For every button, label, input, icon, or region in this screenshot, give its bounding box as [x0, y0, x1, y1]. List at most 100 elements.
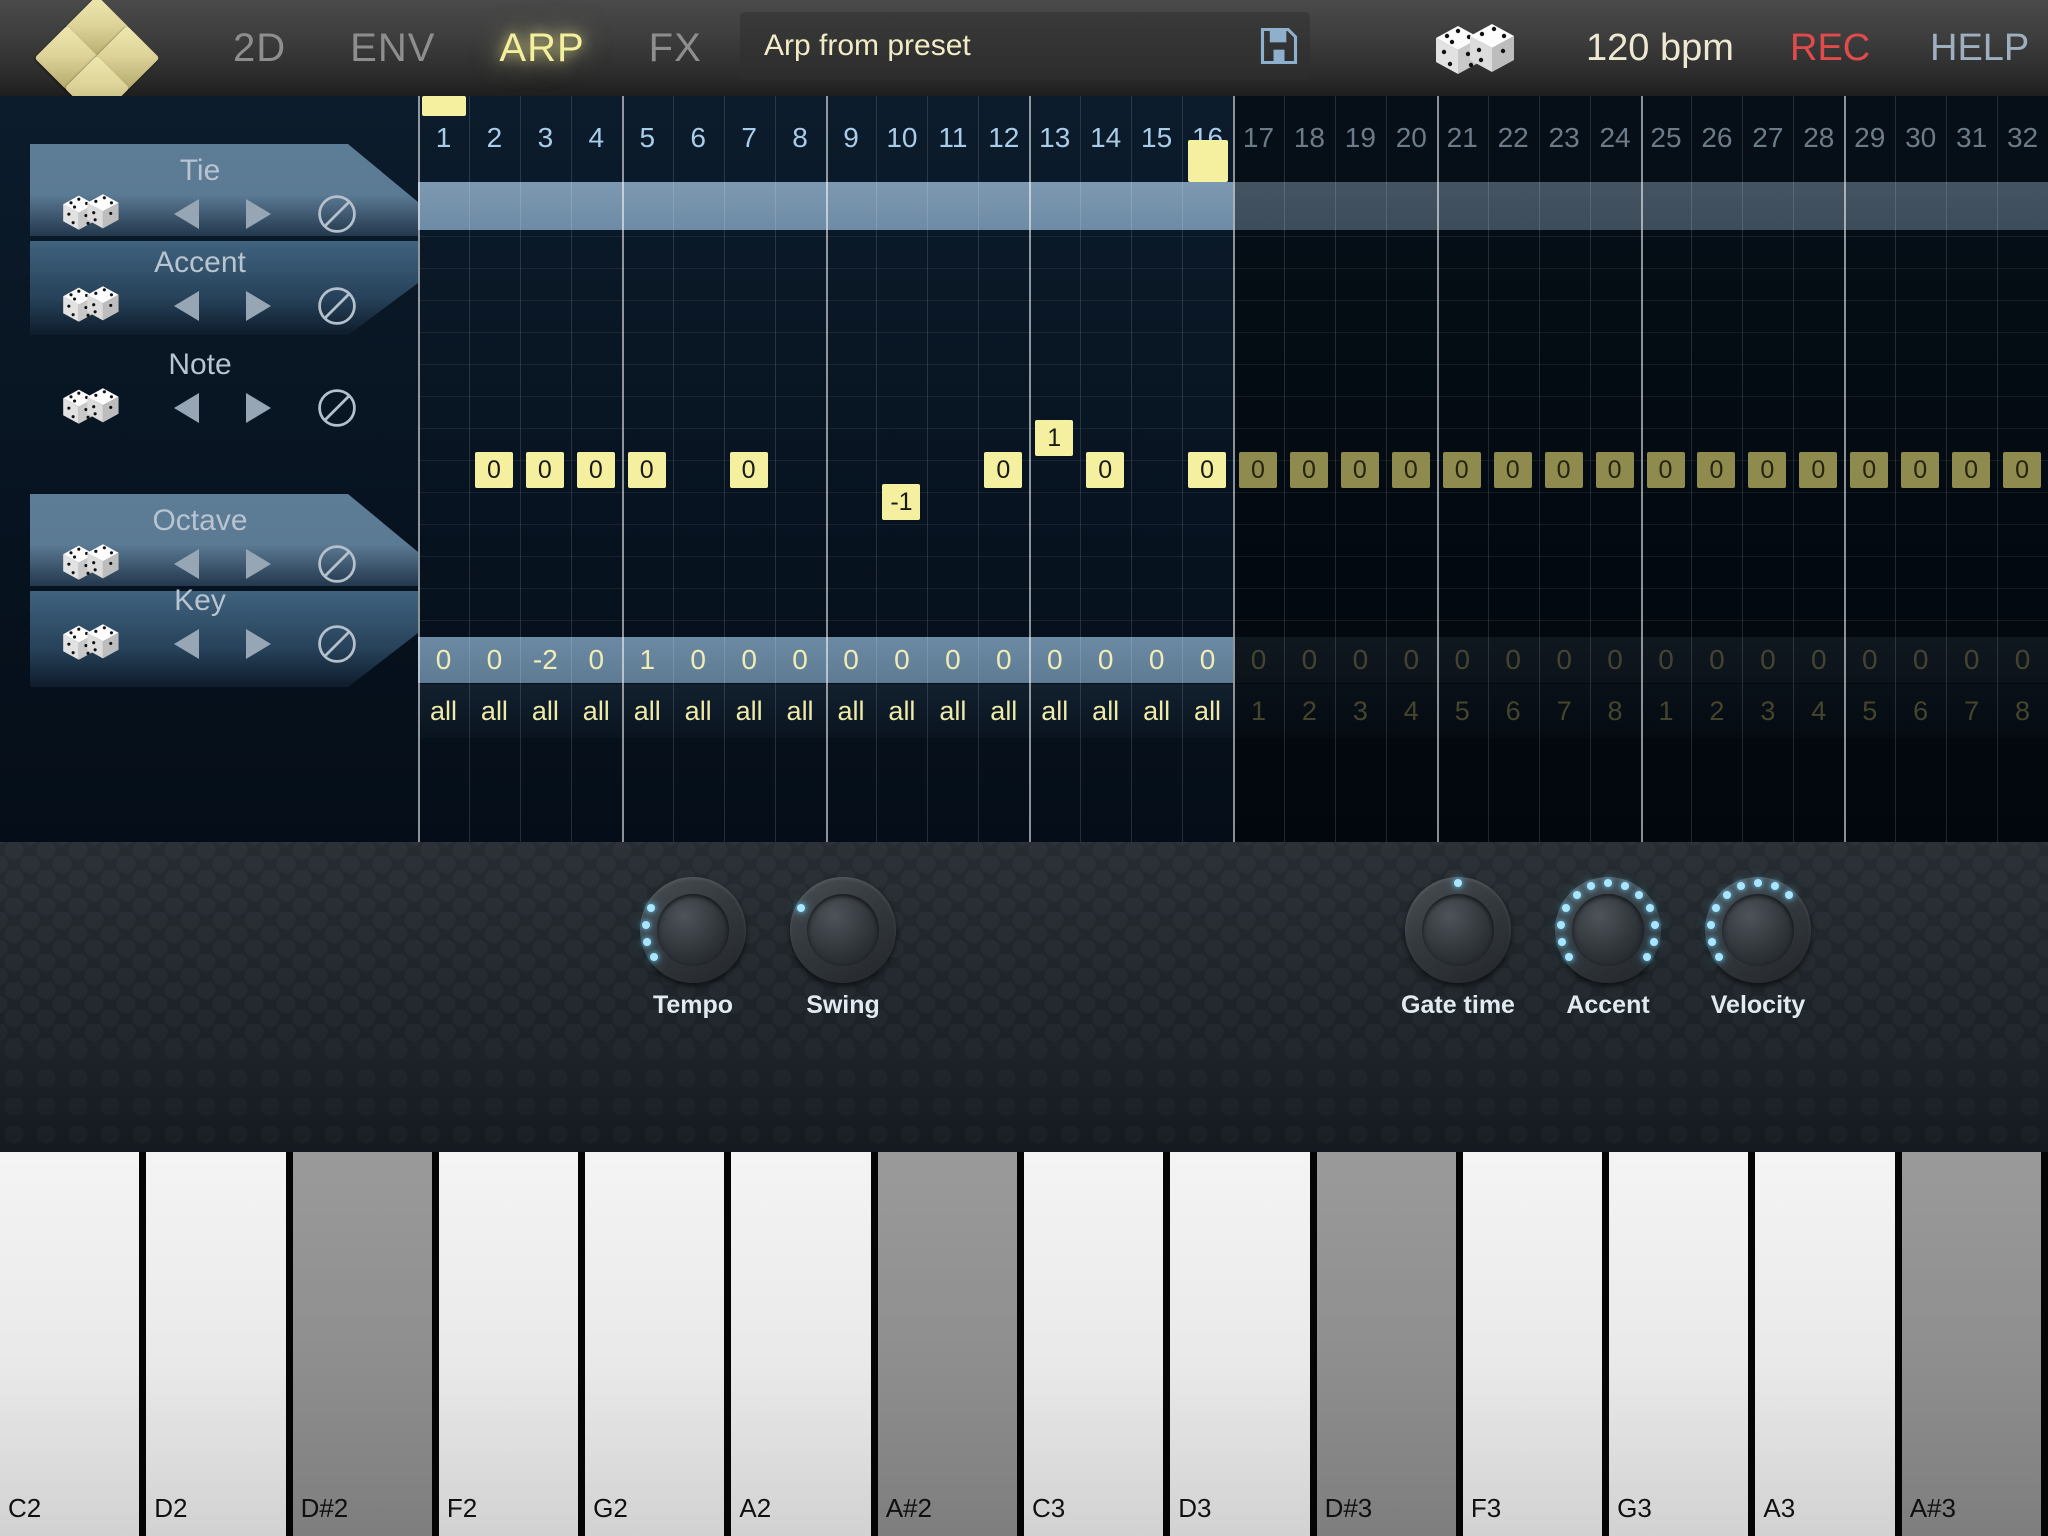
step-grid[interactable]: 0 0 -2 0 1 0 0 0 0 0 0 0 0 0 0 0 0 0 0 0 0 0 0 0 0 0 0 0 0 0 0 0 all all…	[418, 96, 2048, 842]
knob-swing[interactable]	[790, 877, 896, 983]
note-cell-step-21[interactable]: 0	[1442, 452, 1481, 488]
octave-cell-step-8[interactable]: 0	[774, 637, 826, 683]
dice-icon[interactable]	[60, 190, 126, 232]
octave-cell-step-12[interactable]: 0	[978, 637, 1030, 683]
note-cell-step-26[interactable]: 0	[1697, 452, 1736, 488]
piano-key-F3[interactable]: F3	[1462, 1152, 1610, 1536]
octave-cell-step-30[interactable]: 0	[1895, 637, 1947, 683]
note-cell-step-24[interactable]: 0	[1595, 452, 1634, 488]
step-number-19[interactable]: 19	[1335, 122, 1386, 154]
key-cell-step-8[interactable]: all	[774, 684, 826, 738]
key-cell-step-3[interactable]: all	[519, 684, 571, 738]
floppy-disk-icon[interactable]	[1248, 12, 1310, 80]
note-cell-step-18[interactable]: 0	[1289, 452, 1328, 488]
key-cell-step-17[interactable]: 1	[1233, 684, 1284, 738]
knob-gate-time[interactable]	[1405, 877, 1511, 983]
octave-cell-step-18[interactable]: 0	[1283, 637, 1335, 683]
piano-key-A3[interactable]: A3	[1755, 1152, 1902, 1536]
octave-cell-step-31[interactable]: 0	[1946, 637, 1998, 683]
step-number-21[interactable]: 21	[1437, 122, 1488, 154]
step-number-10[interactable]: 10	[876, 122, 927, 154]
piano-key-G2[interactable]: G2	[585, 1152, 732, 1536]
note-cell-step-14[interactable]: 0	[1086, 452, 1125, 488]
key-cell-step-20[interactable]: 4	[1385, 684, 1437, 738]
octave-cell-step-14[interactable]: 0	[1080, 637, 1132, 683]
step-number-8[interactable]: 8	[775, 122, 826, 154]
preset-bar[interactable]: Arp from preset	[740, 12, 1310, 80]
octave-cell-step-21[interactable]: 0	[1436, 637, 1488, 683]
step-number-20[interactable]: 20	[1386, 122, 1437, 154]
prev-arrow-icon[interactable]	[165, 192, 207, 236]
prev-arrow-icon[interactable]	[165, 542, 207, 586]
prev-arrow-icon[interactable]	[165, 622, 207, 666]
piano-key-F2[interactable]: F2	[438, 1152, 586, 1536]
key-cell-step-32[interactable]: 8	[1997, 684, 2048, 738]
step-number-17[interactable]: 17	[1233, 122, 1284, 154]
octave-cell-step-22[interactable]: 0	[1487, 637, 1539, 683]
note-cell-step-7[interactable]: 0	[729, 452, 768, 488]
step-number-2[interactable]: 2	[469, 122, 520, 154]
knob-velocity[interactable]	[1705, 877, 1811, 983]
key-cell-step-27[interactable]: 3	[1742, 684, 1794, 738]
key-cell-step-10[interactable]: all	[876, 684, 928, 738]
key-cell-step-11[interactable]: all	[927, 684, 979, 738]
key-cell-step-24[interactable]: 8	[1589, 684, 1641, 738]
piano-key-Dsharp2[interactable]: D#2	[292, 1152, 439, 1536]
octave-cell-step-29[interactable]: 0	[1844, 637, 1896, 683]
key-cell-step-5[interactable]: all	[621, 684, 673, 738]
octave-cell-step-4[interactable]: 0	[570, 637, 622, 683]
knob-accent[interactable]	[1555, 877, 1661, 983]
no-entry-icon[interactable]	[315, 192, 359, 236]
prev-arrow-icon[interactable]	[165, 386, 207, 430]
octave-cell-step-15[interactable]: 0	[1131, 637, 1183, 683]
next-arrow-icon[interactable]	[238, 192, 280, 236]
octave-cell-step-25[interactable]: 0	[1640, 637, 1692, 683]
key-cell-step-21[interactable]: 5	[1436, 684, 1488, 738]
piano-keyboard[interactable]: C2 D2 D#2 F2 G2 A2 A#2 C3 D3 D#3 F3 G3 A3 A#3	[0, 1152, 2048, 1536]
note-cell-step-10[interactable]: -1	[882, 484, 921, 520]
no-entry-icon[interactable]	[315, 386, 359, 430]
step-number-5[interactable]: 5	[622, 122, 673, 154]
step-number-1[interactable]: 1	[418, 122, 469, 154]
key-cell-step-7[interactable]: all	[723, 684, 775, 738]
bpm-display[interactable]: 120 bpm	[1586, 0, 1734, 96]
key-cell-step-9[interactable]: all	[825, 684, 877, 738]
note-cell-step-4[interactable]: 0	[576, 452, 615, 488]
step-number-9[interactable]: 9	[826, 122, 877, 154]
octave-cell-step-2[interactable]: 0	[468, 637, 520, 683]
octave-cell-step-3[interactable]: -2	[519, 637, 571, 683]
key-cell-step-28[interactable]: 4	[1793, 684, 1845, 738]
step-number-29[interactable]: 29	[1844, 122, 1895, 154]
note-cell-step-28[interactable]: 0	[1799, 452, 1838, 488]
octave-cell-step-20[interactable]: 0	[1385, 637, 1437, 683]
note-cell-step-16[interactable]: 0	[1188, 452, 1227, 488]
tab-2d[interactable]: 2D	[225, 22, 294, 75]
octave-cell-step-17[interactable]: 0	[1233, 637, 1284, 683]
note-cell-step-23[interactable]: 0	[1544, 452, 1583, 488]
note-cell-step-3[interactable]: 0	[525, 452, 564, 488]
key-cell-step-4[interactable]: all	[570, 684, 622, 738]
piano-key-A2[interactable]: A2	[731, 1152, 878, 1536]
octave-cell-step-10[interactable]: 0	[876, 637, 928, 683]
octave-cell-step-24[interactable]: 0	[1589, 637, 1641, 683]
note-cell-step-2[interactable]: 0	[474, 452, 513, 488]
key-cell-step-29[interactable]: 5	[1844, 684, 1896, 738]
tab-env[interactable]: ENV	[342, 22, 443, 75]
note-cell-step-30[interactable]: 0	[1901, 452, 1940, 488]
note-cell-step-32[interactable]: 0	[2003, 452, 2042, 488]
key-cell-step-19[interactable]: 3	[1334, 684, 1386, 738]
step-number-32[interactable]: 32	[1997, 122, 2048, 154]
tab-arp[interactable]: ARP	[491, 22, 592, 75]
step-number-25[interactable]: 25	[1641, 122, 1692, 154]
diamond-logo[interactable]	[34, 0, 160, 121]
note-cell-step-17[interactable]: 0	[1239, 452, 1277, 488]
key-cell-step-31[interactable]: 7	[1946, 684, 1998, 738]
step-number-11[interactable]: 11	[927, 122, 978, 154]
octave-cell-step-16[interactable]: 0	[1182, 637, 1234, 683]
octave-cell-step-23[interactable]: 0	[1538, 637, 1590, 683]
key-cell-step-26[interactable]: 2	[1691, 684, 1743, 738]
octave-cell-step-13[interactable]: 0	[1029, 637, 1081, 683]
next-arrow-icon[interactable]	[238, 284, 280, 328]
key-cell-step-25[interactable]: 1	[1640, 684, 1692, 738]
key-cell-step-13[interactable]: all	[1029, 684, 1081, 738]
